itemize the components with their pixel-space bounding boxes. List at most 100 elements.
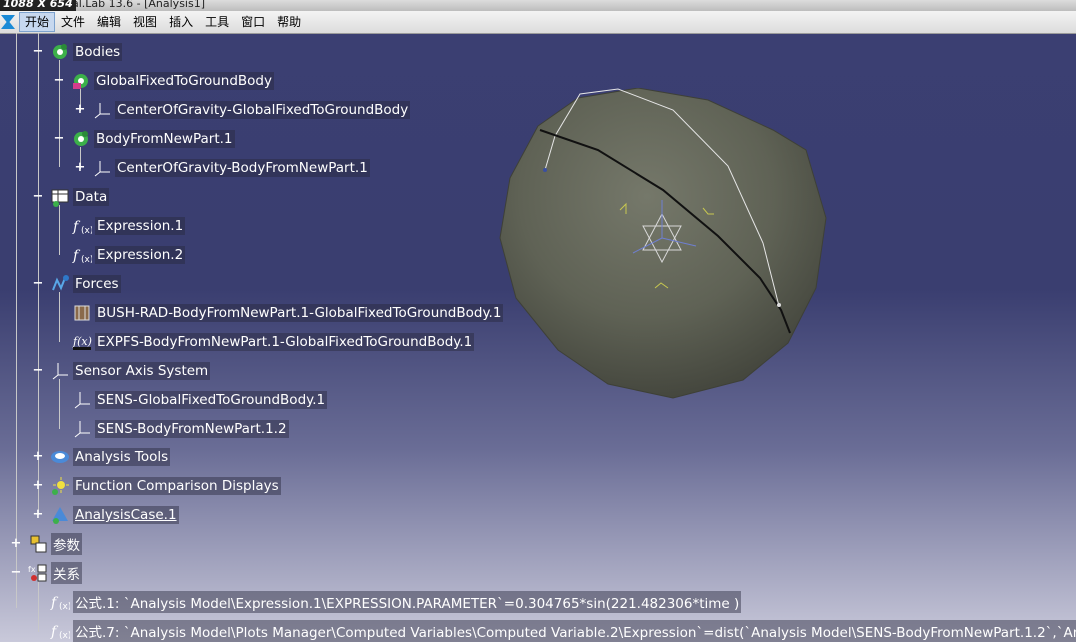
tree-node-parameters[interactable]: + 参数 (8, 533, 82, 555)
svg-text:fx: fx (28, 565, 36, 574)
axis-system-icon (92, 100, 112, 120)
parameters-icon (28, 534, 48, 554)
menu-view[interactable]: 视图 (127, 11, 163, 33)
fx-icon: f(x) (72, 245, 92, 265)
expand-icon[interactable]: + (74, 161, 86, 174)
expand-icon[interactable]: + (32, 479, 44, 492)
tree-node-sensor-axis-system[interactable]: − Sensor Axis System (30, 360, 211, 382)
tree-label: Bodies (73, 43, 123, 61)
tree-node-formula-1[interactable]: f(x) 公式.1: `Analysis Model\Expression.1\… (50, 591, 742, 613)
tree-node-expression-1[interactable]: f(x) Expression.1 (72, 215, 186, 237)
collapse-icon[interactable]: − (32, 190, 44, 203)
gear-cluster-icon (50, 42, 70, 62)
expression-force-icon: f(x) (72, 332, 92, 352)
window-title: al.Lab 13.6 - [Analysis1] (72, 0, 205, 10)
tree-node-analysis-tools[interactable]: + Analysis Tools (30, 446, 171, 468)
tree-label: GlobalFixedToGroundBody (94, 72, 274, 90)
menu-file[interactable]: 文件 (55, 11, 91, 33)
tree-node-bushing[interactable]: BUSH-RAD-BodyFromNewPart.1-GlobalFixedTo… (72, 302, 504, 324)
tree-node-sens-body[interactable]: SENS-BodyFromNewPart.1.2 (72, 418, 289, 440)
window-title-bar: 1088 X 654 al.Lab 13.6 - [Analysis1] (0, 0, 1076, 11)
svg-text:f: f (72, 248, 81, 264)
tree-node-sens-global[interactable]: SENS-GlobalFixedToGroundBody.1 (72, 389, 328, 411)
tree-label: CenterOfGravity-GlobalFixedToGroundBody (115, 101, 411, 119)
expand-icon[interactable]: + (32, 450, 44, 463)
svg-text:(x): (x) (81, 226, 92, 236)
fx-icon: f(x) (72, 216, 92, 236)
tree-label: BUSH-RAD-BodyFromNewPart.1-GlobalFixedTo… (95, 304, 504, 322)
tree-label: Expression.2 (95, 246, 186, 264)
tree-node-data[interactable]: − Data (30, 186, 110, 208)
tree-label: SENS-GlobalFixedToGroundBody.1 (95, 391, 328, 409)
svg-text:f(x): f(x) (72, 335, 92, 348)
tree-label: Sensor Axis System (73, 362, 211, 380)
tree-node-bodies[interactable]: − Bodies (30, 41, 123, 63)
svg-text:f: f (72, 219, 81, 235)
menu-window[interactable]: 窗口 (235, 11, 271, 33)
tree-node-formula-7[interactable]: f(x) 公式.7: `Analysis Model\Plots Manager… (50, 620, 1076, 642)
tree-label: Analysis Tools (73, 448, 171, 466)
data-table-icon (50, 187, 70, 207)
axis-system-icon (72, 390, 92, 410)
tree-node-relations[interactable]: − fx 关系 (8, 562, 82, 584)
fx-icon: f(x) (50, 621, 70, 641)
tree-label: AnalysisCase.1 (73, 506, 179, 524)
tree-label: Function Comparison Displays (73, 477, 281, 495)
analysis-tools-icon (50, 447, 70, 467)
app-logo-icon[interactable] (1, 15, 15, 29)
tree-label: Expression.1 (95, 217, 186, 235)
tree-node-expression-2[interactable]: f(x) Expression.2 (72, 244, 186, 266)
tree-label: SENS-BodyFromNewPart.1.2 (95, 420, 289, 438)
specification-tree: − Bodies − GlobalFixedToGroundBody + Cen… (0, 33, 1076, 642)
collapse-icon[interactable]: − (53, 132, 65, 145)
relations-icon: fx (28, 563, 48, 583)
expand-icon[interactable]: + (32, 508, 44, 521)
screen-resolution-badge: 1088 X 654 (0, 0, 76, 11)
tree-label: BodyFromNewPart.1 (94, 130, 235, 148)
analysis-case-icon (50, 505, 70, 525)
collapse-icon[interactable]: − (10, 566, 22, 579)
tree-node-global-fixed-body[interactable]: − GlobalFixedToGroundBody (51, 70, 274, 92)
gear-cluster-icon (71, 129, 91, 149)
menu-insert[interactable]: 插入 (163, 11, 199, 33)
tree-node-analysis-case[interactable]: + AnalysisCase.1 (30, 504, 179, 526)
tree-node-cog-body[interactable]: + CenterOfGravity-BodyFromNewPart.1 (72, 157, 370, 179)
tree-label: 关系 (51, 562, 82, 584)
menu-edit[interactable]: 编辑 (91, 11, 127, 33)
fx-icon: f(x) (50, 592, 70, 612)
tree-label: 公式.1: `Analysis Model\Expression.1\EXPRE… (73, 591, 742, 613)
collapse-icon[interactable]: − (32, 277, 44, 290)
menu-help[interactable]: 帮助 (271, 11, 307, 33)
tree-label: Data (73, 188, 110, 206)
tree-label: CenterOfGravity-BodyFromNewPart.1 (115, 159, 370, 177)
tree-label: 参数 (51, 533, 82, 555)
force-spring-icon (50, 274, 70, 294)
tree-node-cog-global[interactable]: + CenterOfGravity-GlobalFixedToGroundBod… (72, 99, 411, 121)
svg-text:f: f (50, 624, 59, 640)
axis-system-icon (92, 158, 112, 178)
expand-icon[interactable]: + (74, 103, 86, 116)
svg-text:(x): (x) (81, 255, 92, 265)
tree-label: EXPFS-BodyFromNewPart.1-GlobalFixedToGro… (95, 333, 475, 351)
tree-node-body-new-part[interactable]: − BodyFromNewPart.1 (51, 128, 235, 150)
svg-text:(x): (x) (59, 631, 70, 641)
collapse-icon[interactable]: − (32, 364, 44, 377)
tree-label: Forces (73, 275, 121, 293)
axis-system-icon (72, 419, 92, 439)
sun-chart-icon (50, 476, 70, 496)
collapse-icon[interactable]: − (32, 45, 44, 58)
gear-cluster-icon (71, 71, 91, 91)
collapse-icon[interactable]: − (53, 74, 65, 87)
menu-tools[interactable]: 工具 (199, 11, 235, 33)
expand-icon[interactable]: + (10, 537, 22, 550)
svg-text:f: f (50, 595, 59, 611)
bushing-icon (72, 303, 92, 323)
tree-node-forces[interactable]: − Forces (30, 273, 121, 295)
svg-text:(x): (x) (59, 602, 70, 612)
tree-label: 公式.7: `Analysis Model\Plots Manager\Comp… (73, 620, 1076, 642)
menu-start[interactable]: 开始 (19, 12, 56, 32)
tree-node-function-comparison[interactable]: + Function Comparison Displays (30, 475, 281, 497)
axis-system-icon (50, 361, 70, 381)
tree-node-expression-force[interactable]: f(x) EXPFS-BodyFromNewPart.1-GlobalFixed… (72, 331, 475, 353)
menu-bar: 开始 文件 编辑 视图 插入 工具 窗口 帮助 (0, 11, 1076, 34)
